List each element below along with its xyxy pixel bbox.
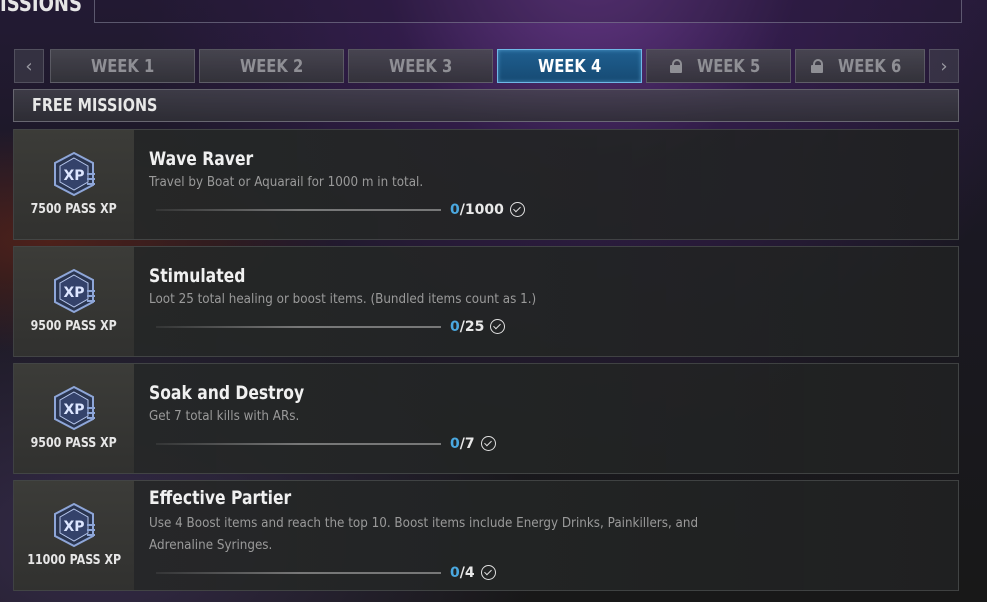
- mission-description: Loot 25 total healing or boost items. (B…: [149, 292, 537, 307]
- progress-current: 0: [450, 202, 460, 218]
- tab-label: WEEK 4: [537, 56, 602, 77]
- progress-track: [156, 572, 441, 574]
- mission-progress: 0/4: [450, 565, 496, 581]
- mission-title: Stimulated: [149, 265, 246, 287]
- check-circle-icon: [480, 565, 496, 580]
- mission-title: Soak and Destroy: [149, 382, 305, 404]
- reward-amount: 11000 PASS XP: [27, 553, 121, 568]
- progress-track: [156, 209, 441, 211]
- mission-card[interactable]: XP 11000 PASS XP Effective Partier Use 4…: [13, 480, 959, 591]
- mission-description: Travel by Boat or Aquarail for 1000 m in…: [149, 175, 424, 190]
- progress-current: 0: [450, 436, 460, 452]
- tab-week-5[interactable]: WEEK 5: [646, 49, 791, 83]
- svg-text:XP: XP: [63, 285, 84, 301]
- header-bar: [94, 0, 962, 23]
- tab-next-arrow-icon[interactable]: ›: [929, 49, 959, 83]
- section-header: FREE MISSIONS: [13, 89, 959, 122]
- progress-track: [156, 326, 441, 328]
- mission-progress: 0/7: [450, 436, 496, 452]
- xp-badge-icon: XP: [54, 268, 95, 314]
- xp-badge-icon: XP: [54, 385, 95, 431]
- check-circle-icon: [480, 436, 496, 451]
- tab-prev-arrow-icon[interactable]: ‹: [14, 49, 44, 83]
- check-circle-icon: [509, 202, 525, 217]
- progress-track: [156, 443, 441, 445]
- tab-label: WEEK 2: [239, 56, 304, 77]
- tab-label: WEEK 1: [90, 56, 155, 77]
- mission-reward: XP 9500 PASS XP: [14, 247, 134, 356]
- page-title: ISSIONS: [0, 0, 83, 17]
- reward-amount: 9500 PASS XP: [30, 436, 118, 451]
- tab-label: WEEK 5: [696, 56, 761, 77]
- progress-current: 0: [450, 319, 460, 335]
- tab-week-2[interactable]: WEEK 2: [199, 49, 344, 83]
- mission-progress: 0/1000: [450, 202, 525, 218]
- tab-week-4[interactable]: WEEK 4: [497, 49, 642, 83]
- mission-reward: XP 11000 PASS XP: [14, 481, 134, 590]
- mission-title: Wave Raver: [149, 148, 254, 170]
- progress-total: /4: [459, 565, 475, 581]
- tab-week-1[interactable]: WEEK 1: [50, 49, 195, 83]
- tab-label: WEEK 6: [838, 56, 902, 77]
- mission-card[interactable]: XP 7500 PASS XP Wave Raver Travel by Boa…: [13, 129, 959, 240]
- section-title: FREE MISSIONS: [32, 95, 158, 116]
- svg-text:XP: XP: [63, 519, 84, 535]
- xp-badge-icon: XP: [54, 502, 95, 548]
- mission-description: Use 4 Boost items and reach the top 10. …: [149, 516, 699, 553]
- mission-card[interactable]: XP 9500 PASS XP Soak and Destroy Get 7 t…: [13, 363, 959, 474]
- mission-reward: XP 7500 PASS XP: [14, 130, 134, 239]
- lock-icon: [811, 59, 824, 73]
- svg-text:XP: XP: [63, 402, 84, 418]
- tab-week-6[interactable]: WEEK 6: [795, 49, 925, 83]
- mission-reward: XP 9500 PASS XP: [14, 364, 134, 473]
- mission-card[interactable]: XP 9500 PASS XP Stimulated Loot 25 total…: [13, 246, 959, 357]
- reward-amount: 7500 PASS XP: [30, 202, 118, 217]
- tab-week-3[interactable]: WEEK 3: [348, 49, 493, 83]
- tab-label: WEEK 3: [388, 56, 453, 77]
- svg-text:XP: XP: [63, 168, 84, 184]
- check-circle-icon: [490, 319, 506, 334]
- progress-total: /25: [459, 319, 485, 335]
- week-tabs: ‹ WEEK 1 WEEK 2 WEEK 3 WEEK 4 WEEK 5 WEE…: [14, 49, 959, 83]
- progress-total: /1000: [459, 202, 504, 218]
- progress-total: /7: [459, 436, 475, 452]
- mission-title: Effective Partier: [149, 487, 292, 509]
- mission-progress: 0/25: [450, 319, 506, 335]
- progress-current: 0: [450, 565, 460, 581]
- lock-icon: [669, 59, 682, 73]
- reward-amount: 9500 PASS XP: [30, 319, 118, 334]
- xp-badge-icon: XP: [54, 151, 95, 197]
- mission-description: Get 7 total kills with ARs.: [149, 409, 300, 424]
